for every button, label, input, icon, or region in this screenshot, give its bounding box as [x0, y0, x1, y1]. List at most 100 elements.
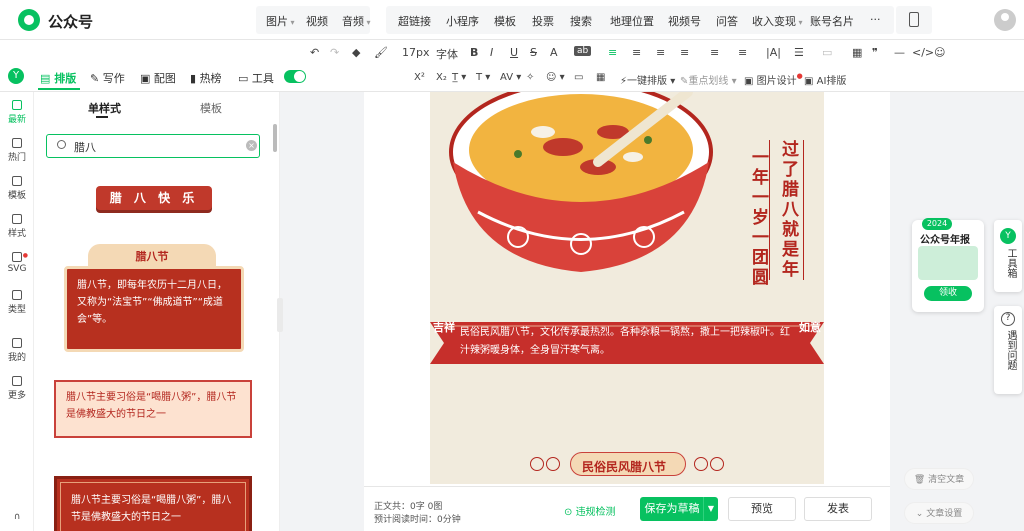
menu-qa[interactable]: 问答 [716, 13, 738, 29]
text-size-icon[interactable]: T ▾ [476, 72, 490, 83]
rail-item-hot[interactable]: 热门 [0, 138, 34, 163]
format-painter-icon[interactable]: 🖌 [374, 46, 388, 59]
tab-panel-template[interactable]: 模板 [200, 100, 222, 116]
italic-icon[interactable]: I [490, 46, 493, 59]
avatar[interactable] [994, 9, 1016, 31]
image-design-button[interactable]: ▣ 图片设计● [744, 72, 803, 87]
clear-icon[interactable]: × [246, 140, 257, 151]
menu-vote[interactable]: 投票 [532, 13, 554, 29]
style-card-text: 腊八节主要习俗是“喝腊八粥”，腊八节是佛教盛大的节日之一 [66, 392, 237, 420]
panel-collapse-handle[interactable] [277, 298, 283, 332]
headline-vertical-2: 一年一岁一团圆 [748, 148, 768, 288]
rail-item-mine[interactable]: 我的 [0, 338, 34, 363]
bg-color-icon[interactable]: ab [574, 46, 592, 56]
search-value[interactable]: 腊八 [74, 139, 96, 155]
panel-scrollbar[interactable] [273, 124, 277, 152]
menu-miniprogram[interactable]: 小程序 [446, 13, 479, 29]
list-icon[interactable]: ☰ [794, 46, 804, 59]
menu-template[interactable]: 模板 [494, 13, 516, 29]
menu-audio[interactable]: 音频 [342, 13, 371, 29]
style-card-dark[interactable]: 腊八节主要习俗是“喝腊八粥”，腊八节是佛教盛大的节日之一 [54, 476, 252, 531]
style-card-frame[interactable]: 腊八节主要习俗是“喝腊八粥”，腊八节是佛教盛大的节日之一 [54, 380, 252, 438]
emoji-picker-icon[interactable]: ☺ ▾ [546, 72, 565, 83]
menu-channels[interactable]: 视频号 [668, 13, 701, 29]
table-icon[interactable]: ▦ [852, 46, 862, 59]
tab-write[interactable]: ✎ 写作 [90, 70, 125, 86]
tab-image[interactable]: ▣ 配图 [140, 70, 176, 86]
rail-item-latest[interactable]: 最新 [0, 100, 34, 125]
promo-claim-button[interactable]: 领收 [924, 286, 972, 301]
one-click-layout-button[interactable]: ⚡一键排版 ▾ [620, 72, 675, 87]
subscript-icon[interactable]: X₂ [436, 72, 447, 83]
eraser-icon[interactable]: ◆ [352, 46, 360, 59]
publish-button[interactable]: 发表 [804, 497, 872, 521]
coin-icon [546, 457, 560, 471]
plugin-toggle[interactable] [284, 70, 306, 83]
tab-hot-label: 热榜 [199, 72, 222, 85]
coin-icon [694, 457, 708, 471]
redo-icon[interactable]: ↷ [330, 46, 339, 59]
font-family-select[interactable]: 字体 [436, 46, 458, 62]
indent-icon[interactable]: ≡ [710, 46, 719, 59]
font-size-select[interactable]: 17px [402, 46, 430, 59]
preview-button[interactable]: 预览 [728, 497, 796, 521]
font-color-icon[interactable]: A [550, 46, 558, 59]
rail-label: 最新 [7, 115, 26, 125]
text-style-icon[interactable]: T̲ ▾ [452, 72, 466, 83]
ai-layout-button[interactable]: ▣ AI排版 [804, 72, 846, 87]
line-height-icon[interactable]: ≡ [738, 46, 747, 59]
style-card-banner[interactable]: 腊 八 快 乐 [96, 186, 212, 210]
letter-spacing-icon[interactable]: |A| [766, 46, 781, 59]
phone-icon[interactable] [909, 12, 919, 27]
tab-single-style[interactable]: 单样式 [88, 100, 121, 116]
tab-hot[interactable]: ▮ 热榜 [190, 70, 222, 86]
tab-layout[interactable]: ▤ 排版 [40, 70, 76, 86]
char-spacing-icon[interactable]: AV ▾ [500, 72, 521, 83]
html-icon[interactable]: ▭ [574, 72, 583, 83]
code-icon[interactable]: </> [912, 46, 934, 59]
rail-item-svg[interactable]: SVG ● [0, 252, 34, 274]
align-left-icon[interactable]: ≡ [608, 46, 617, 59]
underline-icon[interactable]: U [510, 46, 518, 59]
editor-plugin-icon[interactable]: Y [8, 68, 24, 84]
divider-style-icon[interactable]: ▭ [822, 46, 832, 59]
magic-icon[interactable]: ✧ [526, 72, 534, 83]
strikethrough-icon[interactable]: S [530, 46, 537, 59]
quote-icon[interactable]: ❞ [872, 46, 878, 59]
chevron-down-icon[interactable]: ▼ [703, 497, 718, 521]
rail-label: 模板 [7, 191, 26, 201]
menu-video[interactable]: 视频 [306, 13, 328, 29]
clear-article-button[interactable]: 🗑 清空文章 [904, 468, 974, 490]
rail-item-type[interactable]: 类型 [0, 290, 34, 315]
align-center-icon[interactable]: ≡ [632, 46, 641, 59]
menu-monetize[interactable]: 收入变现 [752, 13, 803, 29]
compliance-check-button[interactable]: ⊙ 违规检测 [564, 503, 616, 518]
menu-image[interactable]: 图片 [266, 13, 295, 29]
menu-hyperlink[interactable]: 超链接 [398, 13, 431, 29]
menu-location[interactable]: 地理位置 [610, 13, 654, 29]
rail-item-more[interactable]: 更多 [0, 376, 34, 401]
emoji-icon[interactable]: ☺ [934, 46, 945, 59]
headset-icon[interactable]: ∩ [0, 512, 34, 522]
tab-tools[interactable]: ▭ 工具 [238, 70, 274, 86]
rail-label: 样式 [7, 229, 26, 239]
seal-right: 如意 [799, 321, 821, 334]
rail-item-template[interactable]: 模板 [0, 176, 34, 201]
justify-icon[interactable]: ≡ [680, 46, 689, 59]
highlight-underline-button[interactable]: ✎重点划线 ▾ [680, 72, 737, 87]
fire-icon [12, 138, 22, 148]
article-settings-button[interactable]: ⌄ 文章设置 [904, 502, 974, 524]
menu-account-card[interactable]: 账号名片 [810, 13, 854, 29]
rail-item-style[interactable]: 样式 [0, 214, 34, 239]
hr-icon[interactable]: — [894, 46, 905, 59]
calendar-icon[interactable]: ▦ [596, 72, 605, 83]
bold-icon[interactable]: B [470, 46, 478, 59]
superscript-icon[interactable]: X² [414, 72, 425, 83]
style-card-box[interactable]: 腊八节，即每年农历十二月八日，又称为“法宝节”“佛成道节”“成道会”等。 [64, 266, 244, 352]
menu-more[interactable]: ··· [870, 13, 881, 26]
type-icon [12, 290, 22, 300]
menu-search[interactable]: 搜索 [570, 13, 592, 29]
tab-layout-label: 排版 [54, 72, 77, 85]
align-right-icon[interactable]: ≡ [656, 46, 665, 59]
undo-icon[interactable]: ↶ [310, 46, 319, 59]
